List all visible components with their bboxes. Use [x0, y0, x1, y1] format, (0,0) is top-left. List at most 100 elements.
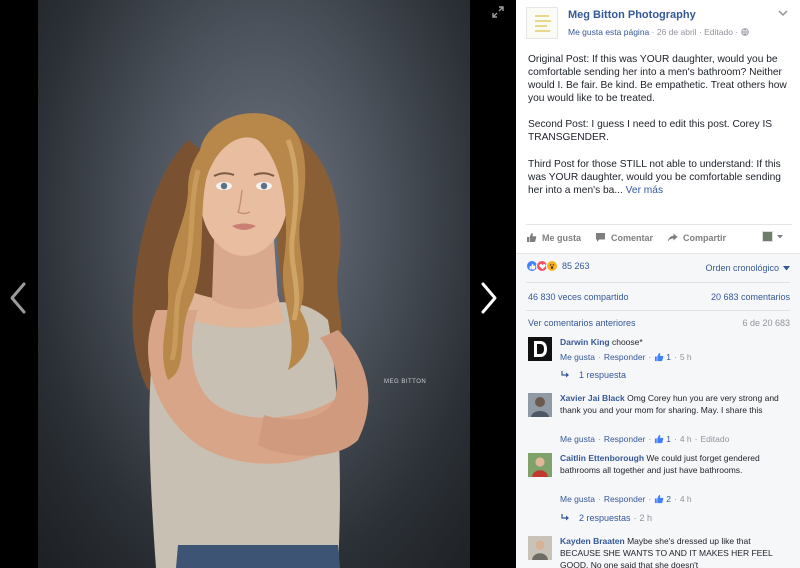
- like-label: Me gusta: [542, 232, 582, 243]
- meta-separator: ·: [673, 494, 677, 504]
- post-as-selector[interactable]: [762, 231, 784, 242]
- post-header: Meg Bitton Photography Me gusta esta pág…: [516, 0, 800, 44]
- portrait-photo: MEG BITTON: [38, 0, 470, 568]
- photo-viewer: MEG BITTON: [0, 0, 516, 568]
- comment-reply-link[interactable]: Responder: [604, 352, 646, 362]
- post-meta: Me gusta esta página · 26 de abril · Edi…: [568, 27, 749, 37]
- reply-arrow-icon: [561, 514, 569, 521]
- comment-button[interactable]: Comentar: [595, 232, 653, 243]
- thumbs-up-icon: [655, 352, 664, 362]
- previous-photo-button[interactable]: [4, 278, 32, 318]
- post-actions: Me gusta Comentar Compartir: [526, 224, 792, 250]
- chevron-down-icon[interactable]: [778, 9, 788, 17]
- chevron-left-icon: [10, 282, 26, 314]
- comment-order-dropdown[interactable]: Orden cronológico: [705, 263, 790, 273]
- meta-separator: ·: [597, 494, 601, 504]
- expand-icon: [492, 6, 504, 18]
- reply-arrow-icon: [561, 371, 569, 378]
- shares-link[interactable]: 46 830 veces compartido: [528, 292, 629, 302]
- post-panel: Meg Bitton Photography Me gusta esta pág…: [516, 0, 800, 568]
- replies-count: 1 respuesta: [579, 370, 627, 380]
- commenter-name[interactable]: Darwin King: [560, 337, 610, 347]
- thumbs-up-icon: [655, 434, 664, 444]
- comment-reply-link[interactable]: Responder: [604, 494, 646, 504]
- reactions-summary[interactable]: 85 263: [526, 260, 590, 272]
- comment-edited[interactable]: Editado: [701, 434, 730, 444]
- comment-item: Xavier Jai Black Omg Corey hun you are v…: [528, 393, 790, 451]
- comment-meta: Me gusta · Responder · 2 · 4 h: [560, 494, 692, 504]
- see-more-link[interactable]: Ver más: [626, 185, 663, 196]
- comment-body: Caitlin Ettenborough We could just forge…: [560, 453, 788, 477]
- comment-like-link[interactable]: Me gusta: [560, 494, 595, 504]
- previous-comments-link[interactable]: Ver comentarios anteriores: [528, 318, 636, 328]
- commenter-name[interactable]: Caitlin Ettenborough: [560, 453, 644, 463]
- meta-separator: ·: [633, 513, 637, 523]
- edited-label[interactable]: Editado: [704, 27, 733, 37]
- comment-reply-link[interactable]: Responder: [604, 434, 646, 444]
- like-button[interactable]: Me gusta: [526, 232, 581, 243]
- page-name-link[interactable]: Meg Bitton Photography: [568, 9, 696, 21]
- divider: [526, 282, 790, 283]
- post-paragraph: Second Post: I guess I need to edit this…: [528, 119, 773, 144]
- comment-body: Darwin King choose*: [560, 337, 788, 349]
- fullscreen-button[interactable]: [491, 5, 505, 19]
- comment-likes-count[interactable]: 2: [666, 494, 671, 504]
- photo-watermark: MEG BITTON: [384, 379, 427, 385]
- next-photo-button[interactable]: [474, 278, 502, 318]
- comment-item: Caitlin Ettenborough We could just forge…: [528, 453, 790, 525]
- meta-separator: ·: [648, 352, 652, 362]
- view-replies-link[interactable]: 1 respuesta: [561, 370, 626, 380]
- comment-likes-count[interactable]: 1: [666, 434, 671, 444]
- meta-separator: ·: [648, 494, 652, 504]
- page-avatar[interactable]: [526, 7, 558, 39]
- post-paragraph: Third Post for those STILL not able to u…: [528, 158, 792, 197]
- comments-count-link[interactable]: 20 683 comentarios: [711, 292, 790, 302]
- meta-separator: ·: [673, 352, 677, 362]
- replies-count: 2 respuestas: [579, 513, 631, 523]
- comment-order-label: Orden cronológico: [705, 263, 779, 273]
- portrait-illustration: [132, 113, 369, 568]
- feedback-section: 85 263 Orden cronológico 46 830 veces co…: [516, 253, 800, 568]
- thumbs-up-icon: [655, 494, 664, 504]
- post-text: Original Post: If this was YOUR daughter…: [528, 53, 792, 210]
- comments-range: 6 de 20 683: [742, 318, 790, 328]
- comment-like-link[interactable]: Me gusta: [560, 434, 595, 444]
- meta-separator: ·: [694, 434, 698, 444]
- post-paragraph: Original Post: If this was YOUR daughter…: [528, 54, 787, 105]
- comment-meta: Me gusta · Responder · 1 · 5 h: [560, 352, 692, 362]
- share-label: Compartir: [683, 232, 727, 243]
- user-avatar: [762, 231, 773, 242]
- comment-icon: [596, 233, 606, 242]
- comment-time[interactable]: 4 h: [680, 434, 692, 444]
- view-replies-link[interactable]: 2 respuestas · 2 h: [561, 513, 652, 523]
- thumbs-up-icon: [527, 233, 537, 242]
- comment-body: Xavier Jai Black Omg Corey hun you are v…: [560, 393, 788, 417]
- meta-separator: ·: [597, 434, 601, 444]
- commenter-avatar[interactable]: [528, 536, 552, 560]
- reactions-count: 85 263: [562, 261, 590, 271]
- comment-time[interactable]: 5 h: [680, 352, 692, 362]
- comment-item: Kayden Braaten Maybe she's dressed up li…: [528, 536, 790, 568]
- commenter-avatar[interactable]: [528, 337, 552, 361]
- commenter-name[interactable]: Xavier Jai Black: [560, 393, 625, 403]
- comment-meta: Me gusta · Responder · 1 · 4 h · Editado: [560, 434, 729, 444]
- comment-time[interactable]: 4 h: [680, 494, 692, 504]
- share-button[interactable]: Compartir: [667, 232, 726, 243]
- comment-like-link[interactable]: Me gusta: [560, 352, 595, 362]
- like-page-link[interactable]: Me gusta esta página: [568, 27, 649, 37]
- comment-label: Comentar: [611, 232, 654, 243]
- caret-down-icon: [783, 265, 790, 270]
- commenter-avatar[interactable]: [528, 393, 552, 417]
- comment-body: Kayden Braaten Maybe she's dressed up li…: [560, 536, 788, 568]
- meta-separator: ·: [597, 352, 601, 362]
- comment-likes-count[interactable]: 1: [666, 352, 671, 362]
- post-date[interactable]: 26 de abril: [657, 27, 697, 37]
- commenter-name[interactable]: Kayden Braaten: [560, 536, 625, 546]
- replies-time: 2 h: [639, 513, 653, 523]
- meta-separator: ·: [673, 434, 677, 444]
- globe-icon[interactable]: [740, 28, 749, 36]
- wow-reaction-icon: [546, 260, 558, 272]
- caret-down-icon: [777, 234, 783, 238]
- commenter-avatar[interactable]: [528, 453, 552, 477]
- chevron-right-icon: [481, 282, 497, 314]
